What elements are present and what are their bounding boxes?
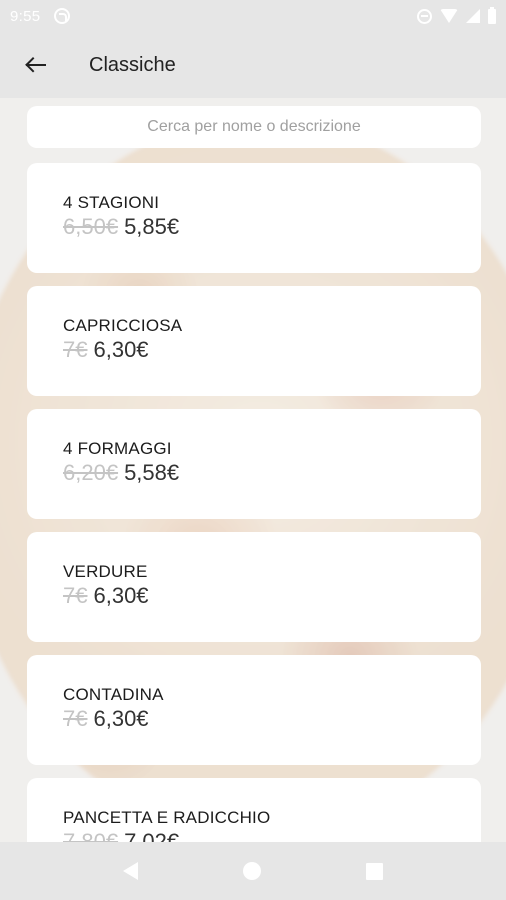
product-name: 4 FORMAGGI [63,439,172,458]
cell-signal-icon [466,9,480,23]
product-list: 4 STAGIONI 6,50€ 5,85€ CAPRICCIOSA 7€ 6,30… [27,163,481,842]
old-price: 6,20€ [63,460,119,485]
product-name: 4 STAGIONI [63,193,160,212]
product-card[interactable]: 4 FORMAGGI 6,20€ 5,58€ [27,409,481,519]
old-price: 7,80€ [63,829,119,842]
battery-icon [488,6,496,24]
status-icons [417,6,496,24]
back-arrow-icon [24,54,46,76]
product-card[interactable]: PANCETTA E RADICCHIO 7,80€ 7,02€ [27,778,481,842]
back-button[interactable] [0,32,70,98]
price-line: 7,80€ 7,02€ [63,829,481,842]
discounted-price: 5,85€ [124,214,180,239]
nav-back-icon[interactable] [122,862,138,880]
status-time: 9:55 [10,7,41,25]
price-line: 7€ 6,30€ [63,583,481,609]
system-navigation-bar [0,842,506,900]
price-line: 7€ 6,30€ [63,337,481,363]
discounted-price: 7,02€ [124,829,180,842]
old-price: 6,50€ [63,214,119,239]
do-not-disturb-icon [417,8,432,24]
price-line: 6,20€ 5,58€ [63,460,481,486]
status-bar: 9:55 [0,0,506,32]
discounted-price: 5,58€ [124,460,180,485]
old-price: 7€ [63,583,88,608]
product-name: VERDURE [63,562,148,581]
app-notification-icon [54,8,71,24]
page-title: Classiche [89,53,176,76]
product-name: PANCETTA E RADICCHIO [63,808,271,827]
app-bar: Classiche [0,32,506,98]
product-card[interactable]: 4 STAGIONI 6,50€ 5,85€ [27,163,481,273]
product-card[interactable]: VERDURE 7€ 6,30€ [27,532,481,642]
product-name: CAPRICCIOSA [63,316,183,335]
discounted-price: 6,30€ [93,337,149,362]
price-line: 6,50€ 5,85€ [63,214,481,240]
product-card[interactable]: CONTADINA 7€ 6,30€ [27,655,481,765]
discounted-price: 6,30€ [93,583,149,608]
wifi-icon [440,9,458,23]
old-price: 7€ [63,706,88,731]
discounted-price: 6,30€ [93,706,149,731]
old-price: 7€ [63,337,88,362]
product-name: CONTADINA [63,685,164,704]
search-input[interactable] [27,106,481,148]
price-line: 7€ 6,30€ [63,706,481,732]
menu-content[interactable]: 4 STAGIONI 6,50€5,85€ CAPRICCIOSA 7€6,30… [0,98,506,842]
product-card[interactable]: CAPRICCIOSA 7€ 6,30€ [27,286,481,396]
nav-home-icon[interactable] [242,862,261,880]
nav-recents-icon[interactable] [366,862,384,880]
